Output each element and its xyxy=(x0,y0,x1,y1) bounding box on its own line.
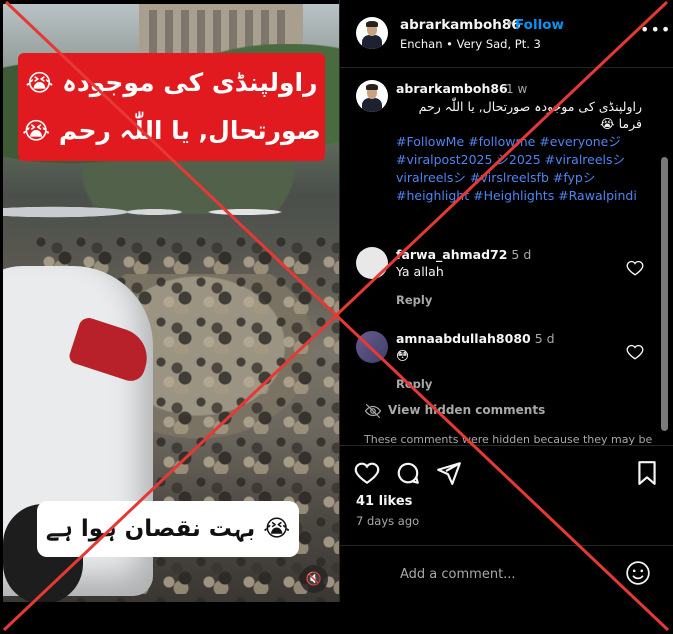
comments-scrollbar[interactable] xyxy=(661,157,668,431)
caption-time: 1 w xyxy=(506,82,528,96)
comments-section[interactable]: abrarkamboh86 1 w راولپنڈی کی موجودہ صور… xyxy=(340,69,673,445)
mute-icon[interactable]: 🔇 xyxy=(300,565,328,593)
crying-emoji: 😭 xyxy=(25,69,54,97)
background-cars xyxy=(3,192,339,232)
video-caption-bottom: بہت نقصان ہوا ہے 😭 xyxy=(37,501,299,557)
post-details-panel: abrarkamboh86 • Follow Enchan • Very Sad… xyxy=(339,0,673,602)
video-player[interactable]: راولپنڈی کی موجودہ 😭 صورتحال, یا اللّٰہ … xyxy=(3,4,339,602)
overlay-top-line2: صورتحال, یا اللّٰہ رحم xyxy=(58,116,321,145)
caption-line1: راولپنڈی کی موجودہ صورتحال, یا اللّٰہ رح… xyxy=(418,99,642,114)
add-comment-input[interactable] xyxy=(400,562,620,586)
likes-count[interactable]: 41 likes xyxy=(356,494,412,509)
heart-icon[interactable] xyxy=(626,343,644,361)
post-header: abrarkamboh86 • Follow Enchan • Very Sad… xyxy=(340,0,673,68)
video-caption-top: راولپنڈی کی موجودہ 😭 صورتحال, یا اللّٰہ … xyxy=(18,53,325,161)
caption-text: راولپنڈی کی موجودہ صورتحال, یا اللّٰہ رح… xyxy=(396,98,642,131)
caption-hashtags[interactable]: #FollowMe #followme #everyoneジ #viralpos… xyxy=(396,133,656,205)
overlay-bottom-text: بہت نقصان ہوا ہے xyxy=(45,516,256,542)
share-icon[interactable] xyxy=(436,460,462,486)
bookmark-icon[interactable] xyxy=(634,460,660,486)
follow-button[interactable]: Follow xyxy=(515,17,564,33)
post-date: 7 days ago xyxy=(356,514,420,528)
comment-username[interactable]: amnaabdullah8080 xyxy=(396,331,531,346)
view-hidden-comments-button[interactable]: View hidden comments xyxy=(388,403,545,417)
caption-author-username[interactable]: abrarkamboh86 xyxy=(396,81,508,96)
add-comment-bar xyxy=(340,545,673,602)
crying-emoji: 😭 xyxy=(22,117,51,145)
reply-button[interactable]: Reply xyxy=(396,377,432,391)
overlay-top-line1: راولپنڈی کی موجودہ xyxy=(62,68,318,97)
caption-author-avatar[interactable] xyxy=(356,80,388,112)
author-avatar[interactable] xyxy=(356,17,388,49)
like-heart-icon[interactable] xyxy=(354,460,380,486)
post-actions: 41 likes 7 days ago xyxy=(340,445,673,535)
hidden-comments-note: These comments were hidden because they … xyxy=(364,433,653,445)
audio-track[interactable]: Enchan • Very Sad, Pt. 3 xyxy=(400,37,541,51)
caption-line2: فرما 😭 xyxy=(600,116,642,131)
eye-off-icon xyxy=(364,403,382,419)
post-viewer: راولپنڈی کی موجودہ 😭 صورتحال, یا اللّٰہ … xyxy=(0,0,673,634)
comment-text: 😳 xyxy=(396,348,410,363)
emoji-icon[interactable] xyxy=(625,560,651,586)
crying-emoji: 😭 xyxy=(263,516,291,542)
comment-time: 5 d xyxy=(511,247,532,262)
comment-username[interactable]: farwa_ahmad72 xyxy=(396,247,507,262)
author-username[interactable]: abrarkamboh86 xyxy=(400,17,521,33)
heart-icon[interactable] xyxy=(626,259,644,277)
commenter-avatar[interactable] xyxy=(356,331,388,363)
comment-text: Ya allah xyxy=(396,264,444,279)
separator-dot: • xyxy=(506,17,514,32)
more-options-icon[interactable]: ••• xyxy=(640,20,671,39)
reply-button[interactable]: Reply xyxy=(396,293,432,307)
comment-time: 5 d xyxy=(534,331,555,346)
commenter-avatar[interactable] xyxy=(356,247,388,279)
comment-icon[interactable] xyxy=(395,460,421,486)
